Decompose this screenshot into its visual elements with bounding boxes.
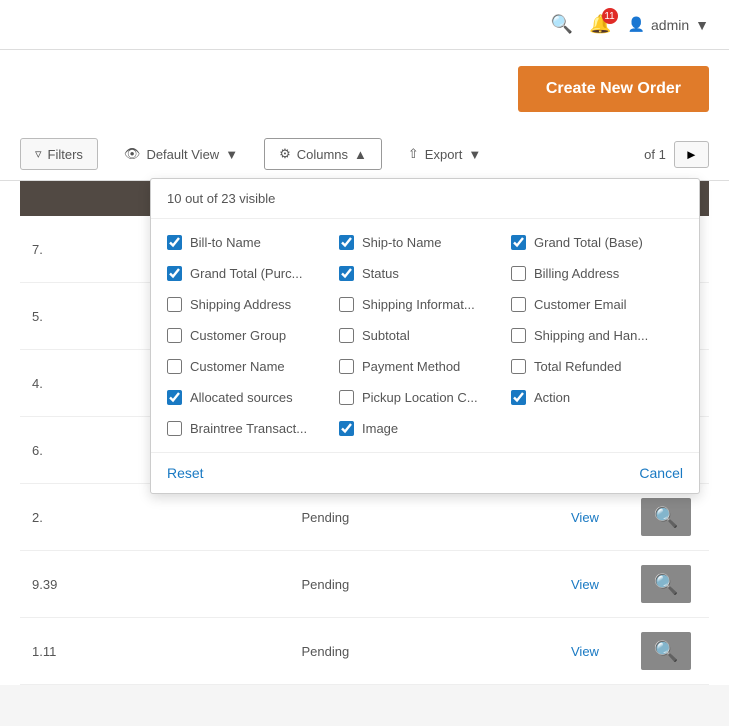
row-image: 🔍 xyxy=(629,551,709,617)
col-checkbox-customer-name[interactable] xyxy=(167,359,182,374)
chevron-down-icon: ▼ xyxy=(468,147,481,162)
col-checkbox-total-refunded[interactable] xyxy=(511,359,526,374)
table-row: 1.11 Pending View 🔍 xyxy=(20,618,709,685)
row-num: 2. xyxy=(20,496,290,539)
col-checkbox-action[interactable] xyxy=(511,390,526,405)
col-item-total-refunded[interactable]: Total Refunded xyxy=(511,355,683,378)
col-item-shipping-info[interactable]: Shipping Informat... xyxy=(339,293,511,316)
col-checkbox-grand-total-base[interactable] xyxy=(511,235,526,250)
col-item-grand-total-base[interactable]: Grand Total (Base) xyxy=(511,231,683,254)
col-item-status[interactable]: Status xyxy=(339,262,511,285)
chevron-down-icon: ▼ xyxy=(225,147,238,162)
col-item-bill-to-name[interactable]: Bill-to Name xyxy=(167,231,339,254)
col-item-customer-email[interactable]: Customer Email xyxy=(511,293,683,316)
view-link[interactable]: View xyxy=(571,577,599,592)
col-item-shipping-address[interactable]: Shipping Address xyxy=(167,293,339,316)
col-item-action[interactable]: Action xyxy=(511,386,683,409)
columns-button[interactable]: ⚙ Columns ▲ xyxy=(264,138,382,170)
col-checkbox-status[interactable] xyxy=(339,266,354,281)
col-checkbox-image[interactable] xyxy=(339,421,354,436)
chevron-down-icon: ▼ xyxy=(695,17,709,33)
search-icon[interactable]: 🔍 xyxy=(551,14,573,35)
col-item-customer-name[interactable]: Customer Name xyxy=(167,355,339,378)
col-item-allocated-sources[interactable]: Allocated sources xyxy=(167,386,339,409)
notifications-button[interactable]: 🔔 11 xyxy=(589,14,611,35)
columns-list: Bill-to Name Ship-to Name Grand Total (B… xyxy=(151,219,699,452)
col-checkbox-shipping-address[interactable] xyxy=(167,297,182,312)
columns-reset-button[interactable]: Reset xyxy=(167,465,204,481)
col-item-billing-address[interactable]: Billing Address xyxy=(511,262,683,285)
col-item-braintree[interactable]: Braintree Transact... xyxy=(167,417,339,440)
row-action: View xyxy=(559,630,629,673)
admin-label: admin xyxy=(651,17,689,33)
export-icon: ⇧ xyxy=(408,146,419,162)
col-checkbox-grand-total-purch[interactable] xyxy=(167,266,182,281)
columns-dropdown-footer: Reset Cancel xyxy=(151,452,699,493)
filters-label: Filters xyxy=(48,147,83,162)
col-checkbox-payment-method[interactable] xyxy=(339,359,354,374)
view-link[interactable]: View xyxy=(571,510,599,525)
col-checkbox-subtotal[interactable] xyxy=(339,328,354,343)
row-status: Pending xyxy=(290,496,560,539)
pagination-of: of 1 xyxy=(644,147,666,162)
col-checkbox-shipping-info[interactable] xyxy=(339,297,354,312)
export-button[interactable]: ⇧ Export ▼ xyxy=(394,139,495,169)
columns-label: Columns xyxy=(297,147,348,162)
create-btn-area: Create New Order xyxy=(0,50,729,128)
col-checkbox-ship-to-name[interactable] xyxy=(339,235,354,250)
chevron-up-icon: ▲ xyxy=(354,147,367,162)
admin-user-menu[interactable]: 👤 admin ▼ xyxy=(628,16,709,33)
col-item-payment-method[interactable]: Payment Method xyxy=(339,355,511,378)
col-checkbox-billing-address[interactable] xyxy=(511,266,526,281)
col-checkbox-braintree[interactable] xyxy=(167,421,182,436)
row-action: View xyxy=(559,563,629,606)
view-link[interactable]: View xyxy=(571,644,599,659)
row-action: View xyxy=(559,496,629,539)
default-view-button[interactable]: 👁 Default View ▼ xyxy=(110,139,252,169)
table-row: 9.39 Pending View 🔍 xyxy=(20,551,709,618)
col-item-pickup-location[interactable]: Pickup Location C... xyxy=(339,386,511,409)
col-checkbox-pickup-location[interactable] xyxy=(339,390,354,405)
pagination: of 1 ► xyxy=(644,141,709,168)
col-checkbox-bill-to-name[interactable] xyxy=(167,235,182,250)
eye-icon: 👁 xyxy=(124,146,141,162)
row-status: Pending xyxy=(290,630,560,673)
row-num: 9.39 xyxy=(20,563,290,606)
toolbar: ▿ Filters 👁 Default View ▼ ⚙ Columns ▲ ⇧… xyxy=(0,128,729,181)
col-item-image[interactable]: Image xyxy=(339,417,511,440)
user-icon: 👤 xyxy=(628,16,645,33)
columns-cancel-button[interactable]: Cancel xyxy=(639,465,683,481)
notification-badge: 11 xyxy=(602,8,618,24)
col-item-ship-to-name[interactable]: Ship-to Name xyxy=(339,231,511,254)
col-item-grand-total-purch[interactable]: Grand Total (Purc... xyxy=(167,262,339,285)
col-checkbox-allocated-sources[interactable] xyxy=(167,390,182,405)
row-image: 🔍 xyxy=(629,618,709,684)
filter-icon: ▿ xyxy=(35,146,42,162)
gear-icon: ⚙ xyxy=(279,146,291,162)
col-item-subtotal[interactable]: Subtotal xyxy=(339,324,511,347)
col-checkbox-customer-group[interactable] xyxy=(167,328,182,343)
col-item-shipping-handling[interactable]: Shipping and Han... xyxy=(511,324,683,347)
row-num: 1.11 xyxy=(20,630,290,673)
row-status: Pending xyxy=(290,563,560,606)
top-bar: 🔍 🔔 11 👤 admin ▼ xyxy=(0,0,729,50)
default-view-label: Default View xyxy=(146,147,219,162)
table-row: 2. Pending View 🔍 xyxy=(20,484,709,551)
columns-dropdown: 10 out of 23 visible Bill-to Name Ship-t… xyxy=(150,178,700,494)
col-checkbox-customer-email[interactable] xyxy=(511,297,526,312)
col-checkbox-shipping-handling[interactable] xyxy=(511,328,526,343)
next-page-button[interactable]: ► xyxy=(674,141,709,168)
create-order-button[interactable]: Create New Order xyxy=(518,66,709,112)
filters-button[interactable]: ▿ Filters xyxy=(20,138,98,170)
export-label: Export xyxy=(425,147,463,162)
col-item-customer-group[interactable]: Customer Group xyxy=(167,324,339,347)
columns-visible-count: 10 out of 23 visible xyxy=(151,179,699,219)
